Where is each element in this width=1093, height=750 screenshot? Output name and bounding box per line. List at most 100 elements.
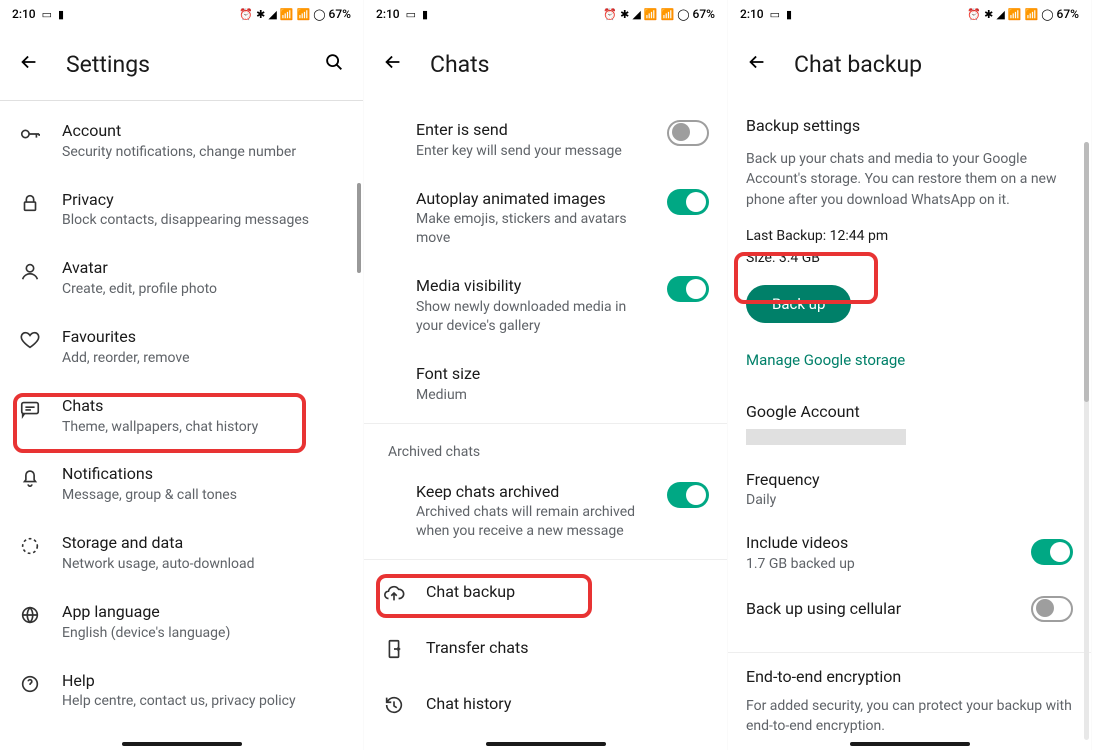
item-title: Storage and data <box>62 533 345 554</box>
backup-cellular-item[interactable]: Back up using cellular <box>746 584 1073 634</box>
scrollbar-thumb[interactable] <box>1084 142 1089 402</box>
settings-item-storage[interactable]: Storage and dataNetwork usage, auto-down… <box>0 519 363 588</box>
item-title: Include videos <box>746 532 1031 554</box>
back-icon[interactable] <box>746 51 768 77</box>
nav-indicator <box>486 742 606 746</box>
back-icon[interactable] <box>18 51 40 77</box>
switch-include-videos[interactable] <box>1031 539 1073 565</box>
appbar: Settings <box>0 28 363 100</box>
item-title: Notifications <box>62 464 345 485</box>
include-videos-item[interactable]: Include videos 1.7 GB backed up <box>746 520 1073 584</box>
chats-item-autoplay[interactable]: Autoplay animated imagesMake emojis, sti… <box>364 175 727 263</box>
chats-item-font-size[interactable]: Font sizeMedium <box>364 350 727 419</box>
appbar: Chats <box>364 28 727 100</box>
item-title: Favourites <box>62 327 345 348</box>
chats-item-keep-archived[interactable]: Keep chats archivedArchived chats will r… <box>364 468 727 556</box>
chats-item-transfer-chats[interactable]: Transfer chats <box>364 620 727 676</box>
item-title: Avatar <box>62 258 345 279</box>
google-account-item[interactable]: Google Account <box>746 389 1073 457</box>
settings-content: AccountSecurity notifications, change nu… <box>0 101 363 750</box>
item-sub: Daily <box>746 492 1073 508</box>
divider <box>728 652 1091 653</box>
item-title: Media visibility <box>416 276 647 297</box>
chats-item-chat-history[interactable]: Chat history <box>364 676 727 732</box>
settings-item-notifications[interactable]: NotificationsMessage, group & call tones <box>0 450 363 519</box>
signal-icon: 📶 <box>1008 9 1022 20</box>
wifi-icon: ◢ <box>268 9 276 20</box>
settings-item-chats[interactable]: ChatsTheme, wallpapers, chat history <box>0 382 363 451</box>
item-title: Font size <box>416 364 709 385</box>
frequency-item[interactable]: Frequency Daily <box>746 457 1073 521</box>
item-sub: Archived chats will remain archived when… <box>416 503 647 541</box>
wifi-icon: ◢ <box>996 9 1004 20</box>
item-sub: Theme, wallpapers, chat history <box>62 418 345 437</box>
battery-pct: 67% <box>1057 7 1079 21</box>
indicator-icon: ▮ <box>786 9 792 20</box>
settings-item-account[interactable]: AccountSecurity notifications, change nu… <box>0 107 363 176</box>
item-sub: Make emojis, stickers and avatars move <box>416 210 647 248</box>
item-sub: Block contacts, disappearing messages <box>62 211 345 230</box>
item-sub: Enter key will send your message <box>416 142 647 161</box>
signal-icon: 📶 <box>297 9 311 20</box>
chats-item-enter-is-send[interactable]: Enter is sendEnter key will send your me… <box>364 106 727 175</box>
chats-content: Enter is sendEnter key will send your me… <box>364 100 727 750</box>
item-title: Frequency <box>746 469 1073 491</box>
search-icon[interactable] <box>323 51 345 77</box>
indicator-icon: ▮ <box>422 9 428 20</box>
backup-description: Back up your chats and media to your Goo… <box>746 149 1073 210</box>
globe-icon <box>18 604 42 626</box>
screen-chat-backup: 2:10 ▭ ▮ ⏰ ✱ ◢ 📶 📶 ◯ 67% Chat backup Bac… <box>728 0 1092 750</box>
battery-icon: ◯ <box>1041 9 1053 20</box>
backup-button[interactable]: Back up <box>746 285 851 323</box>
item-title: Enter is send <box>416 120 647 141</box>
status-bar: 2:10 ▭ ▮ ⏰ ✱ ◢ 📶 📶 ◯ 67% <box>728 0 1091 28</box>
item-title: Chats <box>62 396 345 417</box>
status-time: 2:10 <box>376 7 400 21</box>
battery-pct: 67% <box>329 7 351 21</box>
alarm-icon: ⏰ <box>239 9 253 20</box>
chats-item-media-visibility[interactable]: Media visibilityShow newly downloaded me… <box>364 262 727 350</box>
settings-item-privacy[interactable]: PrivacyBlock contacts, disappearing mess… <box>0 176 363 245</box>
item-title: Chat history <box>426 694 511 715</box>
alarm-icon: ⏰ <box>603 9 617 20</box>
item-sub: Help centre, contact us, privacy policy <box>62 692 345 711</box>
backup-size: Size: 3.4 GB <box>746 248 1073 270</box>
item-sub: 1.7 GB backed up <box>746 556 1031 572</box>
switch-autoplay[interactable] <box>667 189 709 215</box>
settings-item-avatar[interactable]: AvatarCreate, edit, profile photo <box>0 244 363 313</box>
item-sub: Message, group & call tones <box>62 486 345 505</box>
back-icon[interactable] <box>382 51 404 77</box>
item-sub: Add, reorder, remove <box>62 349 345 368</box>
item-title: Autoplay animated images <box>416 189 647 210</box>
last-backup: Last Backup: 12:44 pm <box>746 226 1073 248</box>
item-title: Back up using cellular <box>746 598 1031 620</box>
switch-keep-archived[interactable] <box>667 482 709 508</box>
manage-google-storage-link[interactable]: Manage Google storage <box>746 351 1073 369</box>
switch-media-visibility[interactable] <box>667 276 709 302</box>
bluetooth-icon: ✱ <box>256 9 265 20</box>
switch-enter-is-send[interactable] <box>667 120 709 146</box>
item-title: Transfer chats <box>426 638 529 659</box>
switch-cellular[interactable] <box>1031 596 1073 622</box>
backup-content: Backup settings Back up your chats and m… <box>728 100 1091 750</box>
screen-chats: 2:10 ▭ ▮ ⏰ ✱ ◢ 📶 📶 ◯ 67% Chats Enter is … <box>364 0 728 750</box>
signal-icon: 📶 <box>644 9 658 20</box>
page-title: Chat backup <box>794 51 922 78</box>
item-title: Google Account <box>746 401 1073 423</box>
item-title: Privacy <box>62 190 345 211</box>
signal-icon: 📶 <box>280 9 294 20</box>
settings-item-help[interactable]: HelpHelp centre, contact us, privacy pol… <box>0 657 363 726</box>
battery-icon: ◯ <box>313 9 325 20</box>
item-sub: Show newly downloaded media in your devi… <box>416 298 647 336</box>
bell-icon <box>18 466 42 488</box>
appbar: Chat backup <box>728 28 1091 100</box>
screen-settings: 2:10 ▭ ▮ ⏰ ✱ ◢ 📶 📶 ◯ 67% Settings Accoun <box>0 0 364 750</box>
wifi-icon: ◢ <box>632 9 640 20</box>
settings-item-favourites[interactable]: FavouritesAdd, reorder, remove <box>0 313 363 382</box>
calendar-indicator-icon: ▭ <box>770 9 780 20</box>
cloud-upload-icon <box>382 582 406 604</box>
chats-item-chat-backup[interactable]: Chat backup <box>364 564 727 620</box>
divider <box>364 559 727 560</box>
settings-item-language[interactable]: App languageEnglish (device's language) <box>0 588 363 657</box>
section-archived-header: Archived chats <box>364 428 727 468</box>
